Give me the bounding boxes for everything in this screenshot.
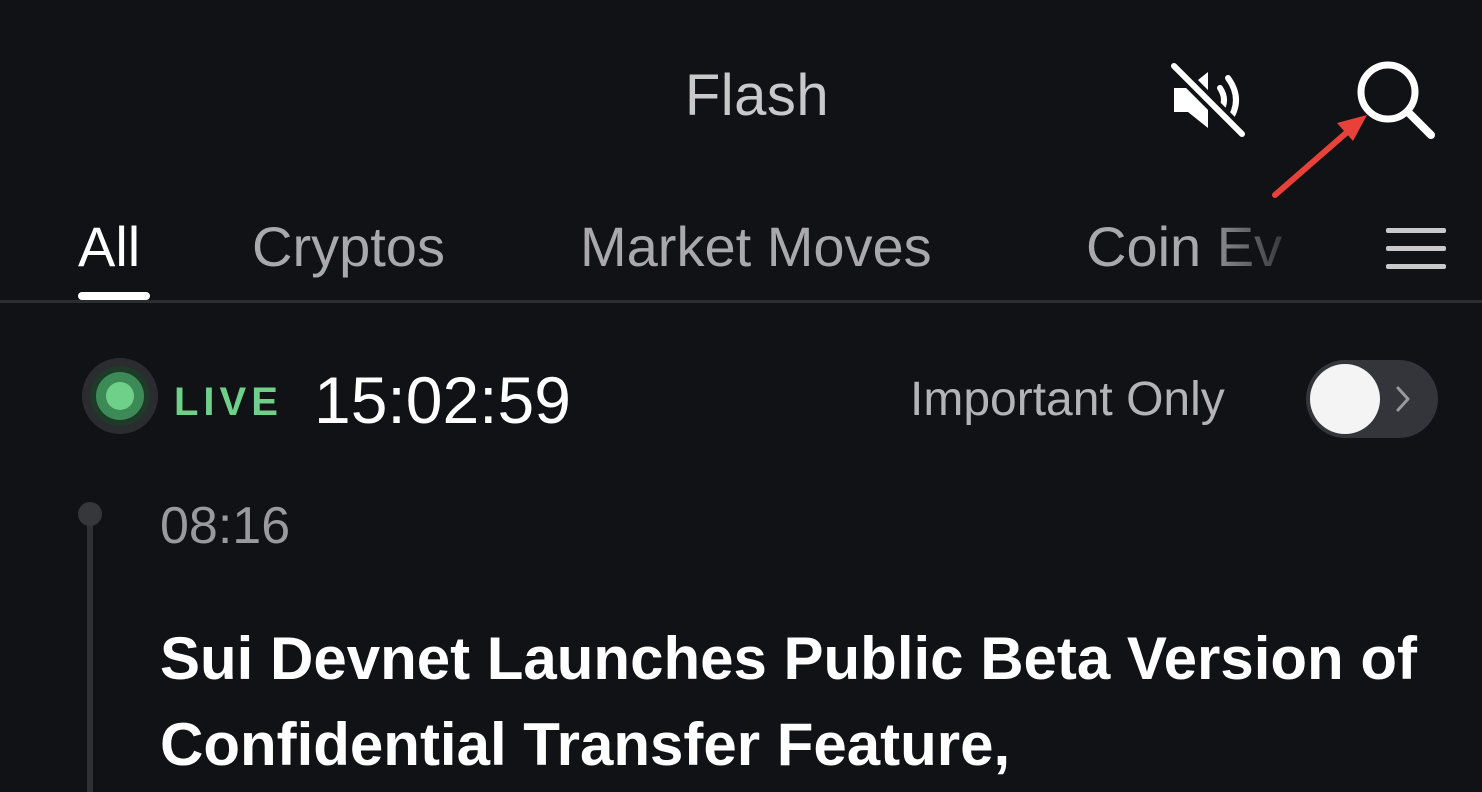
- important-only-label: Important Only: [910, 373, 1225, 426]
- page-title: Flash: [684, 63, 830, 128]
- news-timestamp: 08:16: [160, 497, 291, 555]
- important-only-toggle[interactable]: [1306, 360, 1438, 438]
- tab-market-moves[interactable]: Market Moves: [580, 214, 932, 279]
- live-label: LIVE: [174, 380, 283, 424]
- tab-cryptos[interactable]: Cryptos: [252, 214, 445, 279]
- annotation-arrow-icon: [1272, 115, 1367, 198]
- live-clock: 15:02:59: [314, 363, 571, 437]
- live-dot-icon: [96, 372, 144, 420]
- tab-all[interactable]: All: [78, 214, 140, 279]
- toggle-knob: [1310, 364, 1380, 434]
- hamburger-menu-icon[interactable]: [1384, 226, 1448, 272]
- tab-coin-events[interactable]: Coin Ev: [1086, 214, 1282, 279]
- live-indicator: [82, 358, 158, 434]
- timeline-line: [87, 516, 93, 792]
- tab-coin-events-clip: Coin Ev: [1086, 208, 1314, 294]
- timeline-dot: [78, 502, 102, 526]
- category-tabs: All Cryptos Market Moves Coin Ev: [0, 208, 1482, 303]
- speaker-muted-icon[interactable]: [1166, 60, 1250, 140]
- flash-screen: Flash All Cryptos Market Moves Coin Ev L: [0, 0, 1482, 792]
- chevron-right-icon: [1396, 386, 1410, 412]
- active-tab-indicator: [78, 292, 150, 300]
- news-headline[interactable]: Sui Devnet Launches Public Beta Version …: [160, 616, 1450, 788]
